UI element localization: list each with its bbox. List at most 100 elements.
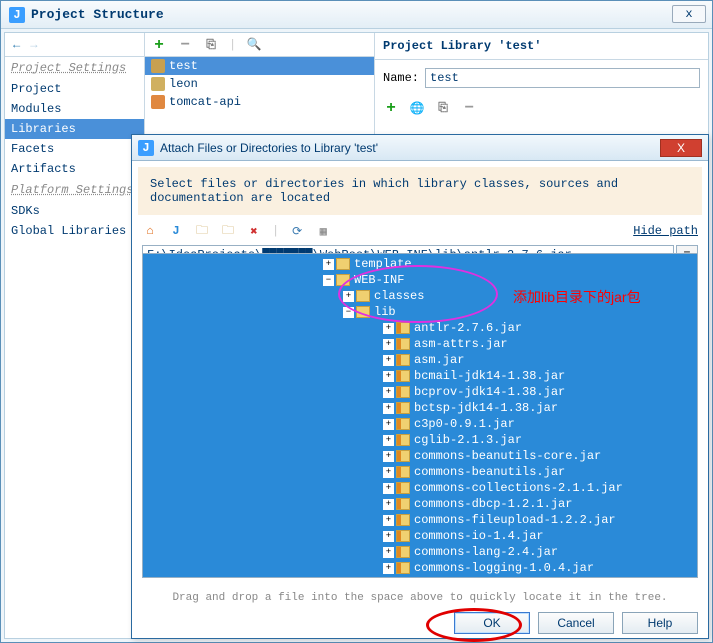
item-global-libraries[interactable]: Global Libraries [5, 221, 144, 241]
tree-node-jar[interactable]: +commons-pool-1.2.jar [143, 576, 697, 578]
ps-close-button[interactable]: x [672, 5, 706, 23]
tree-node-jar[interactable]: + commons-fileupload-1.2.2.jar [143, 512, 697, 528]
expand-icon[interactable]: + [383, 323, 394, 334]
expand-icon[interactable]: + [383, 499, 394, 510]
expand-icon[interactable]: + [383, 483, 394, 494]
item-artifacts[interactable]: Artifacts [5, 159, 144, 179]
attach-toolbar: ⌂ J 🗀 🗀 ✖ | ⟳ ▦ Hide path [132, 221, 708, 241]
tree-node-jar[interactable]: +commons-dbcp-1.2.1.jar [143, 496, 697, 512]
tree-label: bcmail-jdk14-1.38.jar [414, 369, 565, 383]
expand-icon[interactable]: + [383, 371, 394, 382]
jar-icon [396, 514, 410, 526]
attach-message: Select files or directories in which lib… [138, 167, 702, 215]
folder-icon[interactable]: 🗀 [220, 223, 236, 239]
tree-label: antlr-2.7.6.jar [414, 321, 522, 335]
expand-icon[interactable]: + [383, 355, 394, 366]
collapse-icon[interactable]: − [343, 307, 354, 318]
tree-node-jar[interactable]: +asm-attrs.jar [143, 336, 697, 352]
collapse-icon[interactable]: − [323, 275, 334, 286]
tree-node-jar[interactable]: + asm.jar [143, 352, 697, 368]
tree-node-jar[interactable]: +commons-io-1.4.jar [143, 528, 697, 544]
item-facets[interactable]: Facets [5, 139, 144, 159]
lib-item-leon[interactable]: leon [145, 75, 374, 93]
attach-titlebar[interactable]: J Attach Files or Directories to Library… [132, 135, 708, 161]
refresh-icon[interactable]: ⟳ [289, 223, 305, 239]
file-tree[interactable]: +template −WEB-INF +classes −lib +antlr-… [142, 253, 698, 578]
expand-icon[interactable]: + [383, 435, 394, 446]
globe-icon[interactable]: 🌐 [409, 100, 425, 116]
remove-library-icon[interactable]: − [177, 37, 193, 53]
heading-platform-settings: Platform Settings [5, 179, 144, 201]
expand-icon[interactable]: + [343, 291, 354, 302]
lib-item-tomcat[interactable]: tomcat-api [145, 93, 374, 111]
tree-node-jar[interactable]: + c3p0-0.9.1.jar [143, 416, 697, 432]
tree-node-jar[interactable]: +commons-collections-2.1.1.jar [143, 480, 697, 496]
jar-icon [396, 386, 410, 398]
expand-icon[interactable]: + [383, 451, 394, 462]
detach-icon[interactable]: − [461, 100, 477, 116]
tree-node-jar[interactable]: + antlr-2.7.6.jar [143, 320, 697, 336]
lib-name-input[interactable] [425, 68, 700, 88]
tree-node-jar[interactable]: +commons-logging-1.0.4.jar [143, 560, 697, 576]
expand-icon[interactable]: + [383, 403, 394, 414]
jar-icon [396, 466, 410, 478]
ps-titlebar[interactable]: J Project Structure x [1, 1, 712, 29]
expand-icon[interactable]: + [383, 387, 394, 398]
copy-library-icon[interactable]: ⎘ [203, 37, 219, 53]
help-button[interactable]: Help [622, 612, 698, 634]
cancel-button[interactable]: Cancel [538, 612, 614, 634]
jar-icon [396, 418, 410, 430]
lib-icon [151, 95, 165, 109]
item-libraries[interactable]: Libraries [5, 119, 144, 139]
find-icon[interactable]: 🔍 [246, 37, 262, 53]
tree-node-jar[interactable]: +bctsp-jdk14-1.38.jar [143, 400, 697, 416]
expand-icon[interactable]: + [383, 531, 394, 542]
expand-icon[interactable]: + [383, 547, 394, 558]
jar-icon [396, 338, 410, 350]
nav-forward-icon[interactable]: → [30, 38, 37, 52]
attach-close-button[interactable]: X [660, 139, 702, 157]
tree-node-jar[interactable]: +bcprov-jdk14-1.38.jar [143, 384, 697, 400]
lib-label: leon [169, 77, 198, 91]
copy-icon[interactable]: ⎘ [435, 100, 451, 116]
tree-node-jar[interactable]: + bcmail-jdk14-1.38.jar [143, 368, 697, 384]
expand-icon[interactable]: + [323, 259, 334, 270]
attach-files-icon[interactable]: + [383, 100, 399, 116]
expand-icon[interactable]: + [383, 563, 394, 574]
tree-node-jar[interactable]: +cglib-2.1.3.jar [143, 432, 697, 448]
jar-icon [396, 546, 410, 558]
home-icon[interactable]: ⌂ [142, 223, 158, 239]
tree-label: lib [374, 305, 396, 319]
tree-label: c3p0-0.9.1.jar [414, 417, 515, 431]
jar-icon [396, 450, 410, 462]
tree-node-jar[interactable]: +commons-lang-2.4.jar [143, 544, 697, 560]
lib-item-test[interactable]: test [145, 57, 374, 75]
lib-icon [151, 59, 165, 73]
tree-label: commons-beanutils-core.jar [414, 449, 601, 463]
show-hidden-icon[interactable]: ▦ [315, 223, 331, 239]
ok-button[interactable]: OK [454, 612, 530, 634]
tree-node-template[interactable]: +template [143, 256, 697, 272]
tree-node-jar[interactable]: +commons-beanutils.jar [143, 464, 697, 480]
project-icon[interactable]: J [168, 223, 184, 239]
item-modules[interactable]: Modules [5, 99, 144, 119]
add-library-icon[interactable]: + [151, 37, 167, 53]
jar-icon [396, 434, 410, 446]
expand-icon[interactable]: + [383, 339, 394, 350]
tree-label: commons-fileupload-1.2.2.jar [414, 513, 616, 527]
item-project[interactable]: Project [5, 79, 144, 99]
folder-icon [336, 258, 350, 270]
lib-icon [151, 77, 165, 91]
new-folder-icon[interactable]: 🗀 [194, 223, 210, 239]
expand-icon[interactable]: + [383, 419, 394, 430]
nav-back-icon[interactable]: ← [13, 38, 20, 52]
hide-path-link[interactable]: Hide path [633, 224, 698, 238]
item-sdks[interactable]: SDKs [5, 201, 144, 221]
tree-label: asm.jar [414, 353, 464, 367]
expand-icon[interactable]: + [383, 467, 394, 478]
expand-icon[interactable]: + [383, 515, 394, 526]
tree-node-webinf[interactable]: −WEB-INF [143, 272, 697, 288]
delete-icon[interactable]: ✖ [246, 223, 262, 239]
toolbar-divider: | [229, 38, 236, 52]
tree-node-jar[interactable]: + commons-beanutils-core.jar [143, 448, 697, 464]
